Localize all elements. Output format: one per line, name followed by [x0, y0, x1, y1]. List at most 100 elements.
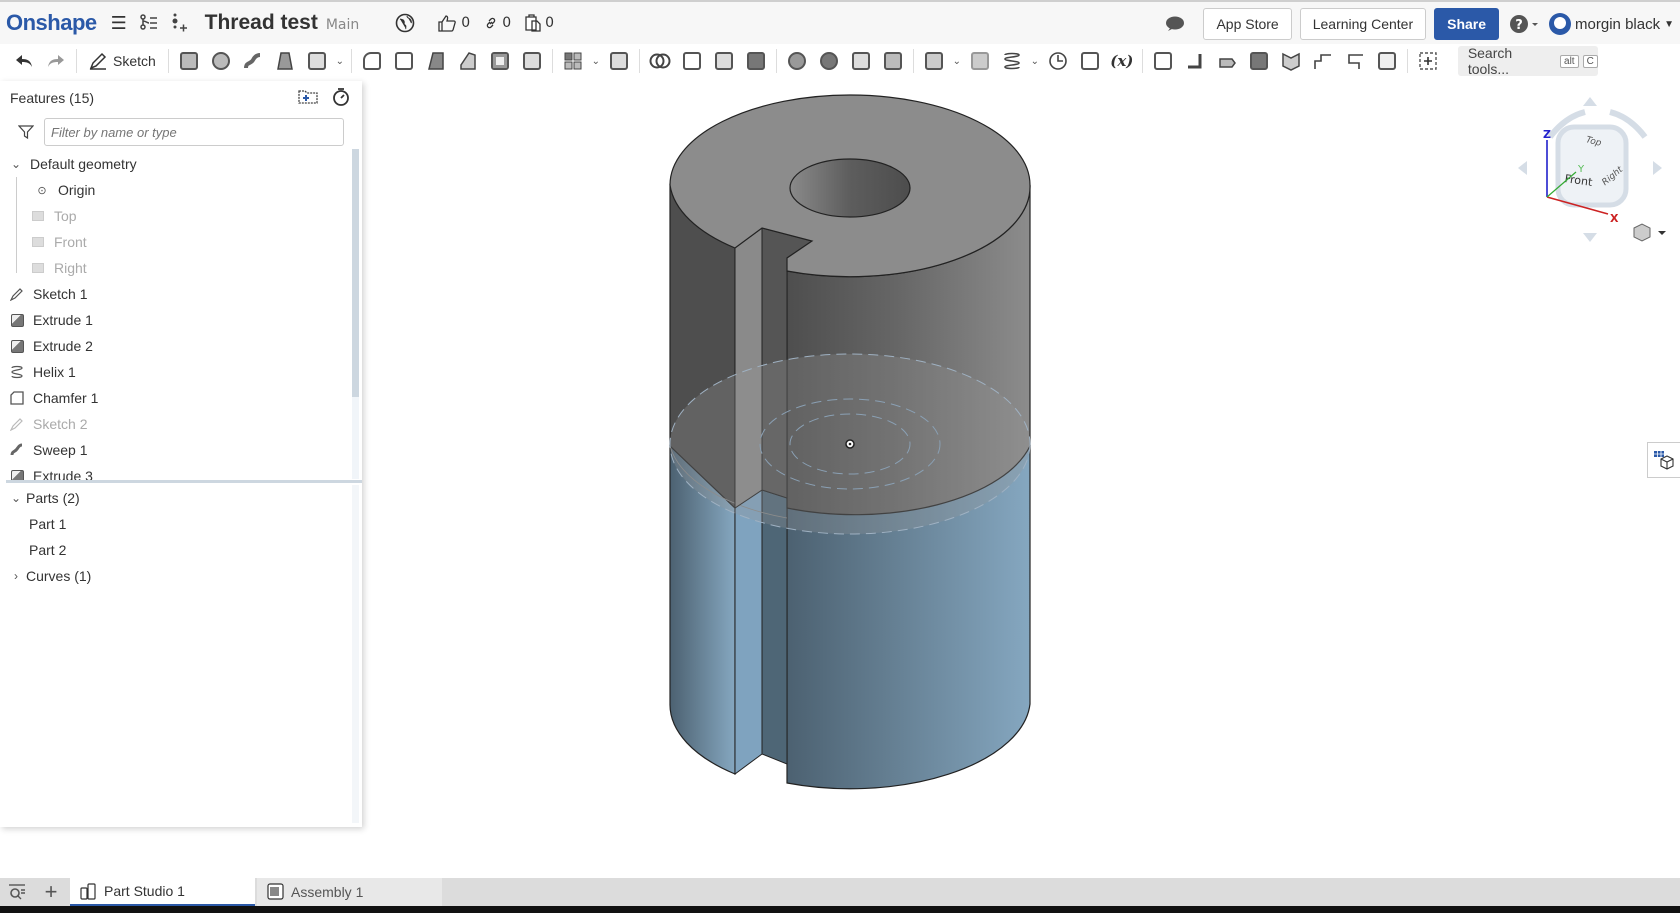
sheet-metal-tool-icon[interactable]	[1147, 47, 1179, 75]
mate-connector-tool-icon[interactable]	[964, 47, 996, 75]
document-title[interactable]: Thread test	[205, 11, 318, 35]
share-button[interactable]: Share	[1434, 8, 1500, 40]
boolean-tool-icon[interactable]	[644, 47, 676, 75]
likes-counter[interactable]: 0	[437, 14, 470, 32]
filter-icon[interactable]	[18, 124, 34, 140]
add-feature-icon[interactable]	[167, 11, 191, 35]
feature-item-extrude-2[interactable]: Extrude 2	[0, 333, 350, 359]
search-tools-input[interactable]: Search tools... alt C	[1457, 45, 1598, 77]
undo-icon[interactable]	[8, 47, 40, 75]
finish-sheet-metal-tool-icon[interactable]	[1371, 47, 1403, 75]
bend-tool-icon[interactable]	[1275, 47, 1307, 75]
feature-item-sketch-1[interactable]: Sketch 1	[0, 281, 350, 307]
import-tool-icon[interactable]	[1074, 47, 1106, 75]
chevron-down-icon[interactable]: ⌄	[1028, 56, 1042, 67]
sketch-button[interactable]: Sketch	[81, 52, 164, 70]
feature-scrollbar-thumb[interactable]	[352, 149, 359, 397]
delete-face-tool-icon[interactable]	[813, 47, 845, 75]
feature-filter-input[interactable]	[44, 118, 344, 146]
panel-splitter[interactable]	[6, 480, 362, 483]
hole-tool-icon[interactable]	[516, 47, 548, 75]
tree-item-origin[interactable]: ⊙ Origin	[0, 177, 350, 203]
feature-item-helix-1[interactable]: Helix 1	[0, 359, 350, 385]
corner-tool-icon[interactable]	[1339, 47, 1371, 75]
links-counter[interactable]: 0	[484, 15, 511, 31]
center-hole[interactable]	[789, 158, 911, 218]
move-face-tool-icon[interactable]	[845, 47, 877, 75]
extrude-tool-icon[interactable]	[173, 47, 205, 75]
add-tab-icon[interactable]: +	[34, 878, 68, 906]
delete-part-tool-icon[interactable]	[740, 47, 772, 75]
part-item[interactable]: Part 2	[0, 537, 350, 563]
plane-tool-icon[interactable]	[918, 47, 950, 75]
feature-item-extrude-1[interactable]: Extrude 1	[0, 307, 350, 333]
mirror-tool-icon[interactable]	[603, 47, 635, 75]
default-geometry-group[interactable]: ⌄ Default geometry	[0, 151, 350, 177]
parts-group[interactable]: ⌄ Parts (2)	[0, 485, 350, 511]
modify-fillet-tool-icon[interactable]	[781, 47, 813, 75]
nav-right-arrow-icon[interactable]	[1653, 161, 1662, 175]
variable-tool[interactable]: (x)	[1106, 47, 1138, 75]
tree-item-front-plane[interactable]: Front	[0, 229, 350, 255]
transform-tool-icon[interactable]	[708, 47, 740, 75]
feature-item-chamfer-1[interactable]: Chamfer 1	[0, 385, 350, 411]
tab-part-studio-1[interactable]: Part Studio 1	[70, 878, 255, 906]
nav-up-arrow-icon[interactable]	[1583, 97, 1597, 106]
user-menu[interactable]: morgin black ▼	[1549, 13, 1674, 35]
learning-center-button[interactable]: Learning Center	[1299, 8, 1427, 40]
hem-tool-icon[interactable]	[1211, 47, 1243, 75]
add-folder-icon[interactable]	[298, 87, 318, 105]
tab-tool-icon[interactable]	[1243, 47, 1275, 75]
tree-item-label: Top	[54, 208, 77, 224]
flange-tool-icon[interactable]	[1179, 47, 1211, 75]
chevron-down-icon[interactable]: ⌄	[10, 491, 22, 505]
chevron-right-icon[interactable]: ›	[10, 569, 22, 583]
split-tool-icon[interactable]	[676, 47, 708, 75]
feature-item-sweep-1[interactable]: Sweep 1	[0, 437, 350, 463]
parts-scrollbar-track[interactable]	[352, 485, 359, 823]
chevron-down-icon[interactable]: ⌄	[10, 157, 22, 171]
comment-icon[interactable]	[1163, 12, 1187, 36]
draft-tool-icon[interactable]	[420, 47, 452, 75]
feature-item-sketch-2[interactable]: Sketch 2	[0, 411, 350, 437]
version-graph-icon[interactable]	[137, 11, 161, 35]
redo-icon[interactable]	[40, 47, 72, 75]
app-store-button[interactable]: App Store	[1203, 8, 1292, 40]
add-custom-feature-icon[interactable]	[1412, 47, 1444, 75]
tab-assembly-1[interactable]: Assembly 1	[257, 878, 442, 906]
chevron-down-icon[interactable]: ⌄	[333, 56, 347, 67]
loft-tool-icon[interactable]	[269, 47, 301, 75]
tree-item-right-plane[interactable]: Right	[0, 255, 350, 281]
chamfer-tool-icon[interactable]	[388, 47, 420, 75]
measure-tool-icon[interactable]	[1042, 47, 1074, 75]
view-cube[interactable]: Top Front Right Z X Y	[1510, 92, 1670, 252]
form-tool-icon[interactable]	[1307, 47, 1339, 75]
revolve-tool-icon[interactable]	[205, 47, 237, 75]
thicken-tool-icon[interactable]	[301, 47, 333, 75]
helix-tool-icon[interactable]	[996, 47, 1028, 75]
sweep-tool-icon[interactable]	[237, 47, 269, 75]
nav-left-arrow-icon[interactable]	[1518, 161, 1527, 175]
curves-group[interactable]: › Curves (1)	[0, 563, 350, 589]
onshape-logo[interactable]: Onshape	[6, 10, 97, 36]
part-item[interactable]: Part 1	[0, 511, 350, 537]
display-states-button[interactable]	[1647, 442, 1680, 478]
replace-face-tool-icon[interactable]	[877, 47, 909, 75]
tree-item-top-plane[interactable]: Top	[0, 203, 350, 229]
copies-counter[interactable]: 0	[525, 14, 554, 32]
globe-icon[interactable]	[393, 11, 417, 35]
help-icon[interactable]: ?	[1507, 12, 1541, 36]
shell-tool-icon[interactable]	[484, 47, 516, 75]
chevron-down-icon[interactable]: ⌄	[950, 56, 964, 67]
fillet-tool-icon[interactable]	[356, 47, 388, 75]
likes-count: 0	[461, 15, 471, 31]
nav-down-arrow-icon[interactable]	[1583, 233, 1597, 242]
chevron-down-icon[interactable]: ⌄	[589, 56, 603, 67]
rollback-timer-icon[interactable]	[332, 87, 350, 107]
menu-icon[interactable]: ☰	[107, 11, 131, 35]
view-mode-cube-icon[interactable]	[1633, 223, 1666, 242]
rib-tool-icon[interactable]	[452, 47, 484, 75]
pattern-tool-icon[interactable]	[557, 47, 589, 75]
tab-manager-icon[interactable]	[0, 878, 34, 906]
feature-item-extrude-3[interactable]: Extrude 3	[0, 463, 350, 481]
